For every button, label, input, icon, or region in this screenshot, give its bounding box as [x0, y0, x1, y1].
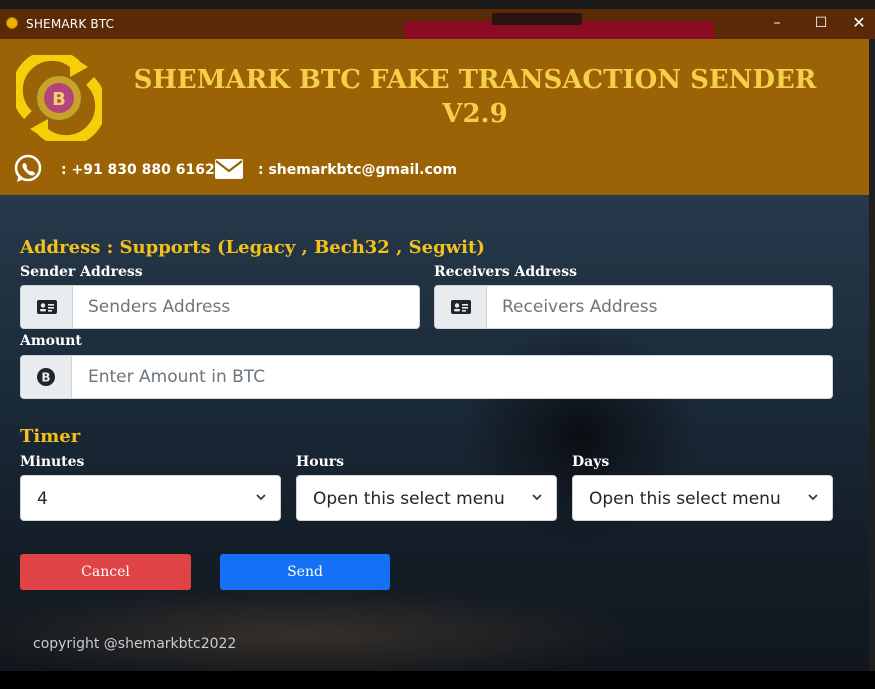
- redaction-overlay-dark: [492, 13, 582, 25]
- bitcoin-app-icon: [6, 17, 18, 29]
- hours-selected-value: Open this select menu: [313, 489, 505, 509]
- send-button[interactable]: Send: [220, 554, 390, 590]
- bitcoin-icon: B: [37, 368, 55, 386]
- hours-label: Hours: [296, 454, 345, 470]
- cancel-button[interactable]: Cancel: [20, 554, 191, 590]
- copyright-text: copyright @shemarkbtc2022: [33, 636, 237, 652]
- phone-number: : +91 830 880 6162: [61, 162, 215, 178]
- bitcoin-refresh-logo-icon: B: [16, 55, 102, 141]
- maximize-button[interactable]: ☐: [799, 9, 843, 39]
- days-label: Days: [572, 454, 610, 470]
- receiver-address-group: [434, 285, 833, 329]
- receiver-address-label: Receivers Address: [434, 264, 577, 280]
- window-title: SHEMARK BTC: [26, 17, 115, 31]
- close-button[interactable]: ✕: [843, 9, 875, 39]
- receiver-address-input[interactable]: [488, 286, 832, 328]
- sender-address-group: [20, 285, 420, 329]
- amount-input[interactable]: [74, 356, 832, 398]
- days-select[interactable]: Open this select menu: [572, 475, 833, 521]
- hours-select[interactable]: Open this select menu: [296, 475, 557, 521]
- app-header: B SHEMARK BTC FAKE TRANSACTION SENDER V2…: [0, 39, 875, 195]
- minimize-button[interactable]: –: [755, 9, 799, 39]
- amount-label: Amount: [20, 333, 82, 349]
- amount-group: B: [20, 355, 833, 399]
- top-strip: [0, 0, 875, 9]
- svg-text:B: B: [41, 371, 50, 385]
- sender-address-input[interactable]: [74, 286, 419, 328]
- contact-row: : +91 830 880 6162 : shemarkbtc@gmail.co…: [12, 153, 612, 187]
- envelope-icon: [215, 159, 243, 179]
- bitcoin-addon: B: [21, 356, 72, 398]
- chevron-down-icon: [532, 494, 542, 501]
- sender-address-label: Sender Address: [20, 264, 143, 280]
- chevron-down-icon: [256, 494, 266, 501]
- window-edge: [869, 39, 875, 671]
- address-card-icon: [451, 300, 471, 314]
- address-card-icon: [37, 300, 57, 314]
- whatsapp-icon: [14, 154, 42, 182]
- timer-section-title: Timer: [20, 426, 81, 447]
- app-window: SHEMARK BTC – ☐ ✕ B SHEMARK BTC FAKE TRA…: [0, 9, 875, 671]
- address-section-title: Address : Supports (Legacy , Bech32 , Se…: [20, 237, 485, 258]
- email-address: : shemarkbtc@gmail.com: [258, 162, 458, 178]
- minutes-label: Minutes: [20, 454, 85, 470]
- chevron-down-icon: [808, 494, 818, 501]
- minutes-select[interactable]: 4: [20, 475, 281, 521]
- app-heading: SHEMARK BTC FAKE TRANSACTION SENDER V2.9: [133, 65, 817, 129]
- form-panel: Address : Supports (Legacy , Bech32 , Se…: [0, 195, 875, 671]
- address-card-addon: [435, 286, 487, 328]
- title-bar: SHEMARK BTC – ☐ ✕: [0, 9, 875, 39]
- minutes-selected-value: 4: [37, 489, 48, 509]
- bottom-bar: [0, 671, 875, 689]
- address-card-addon: [21, 286, 73, 328]
- svg-text:B: B: [52, 89, 66, 110]
- days-selected-value: Open this select menu: [589, 489, 781, 509]
